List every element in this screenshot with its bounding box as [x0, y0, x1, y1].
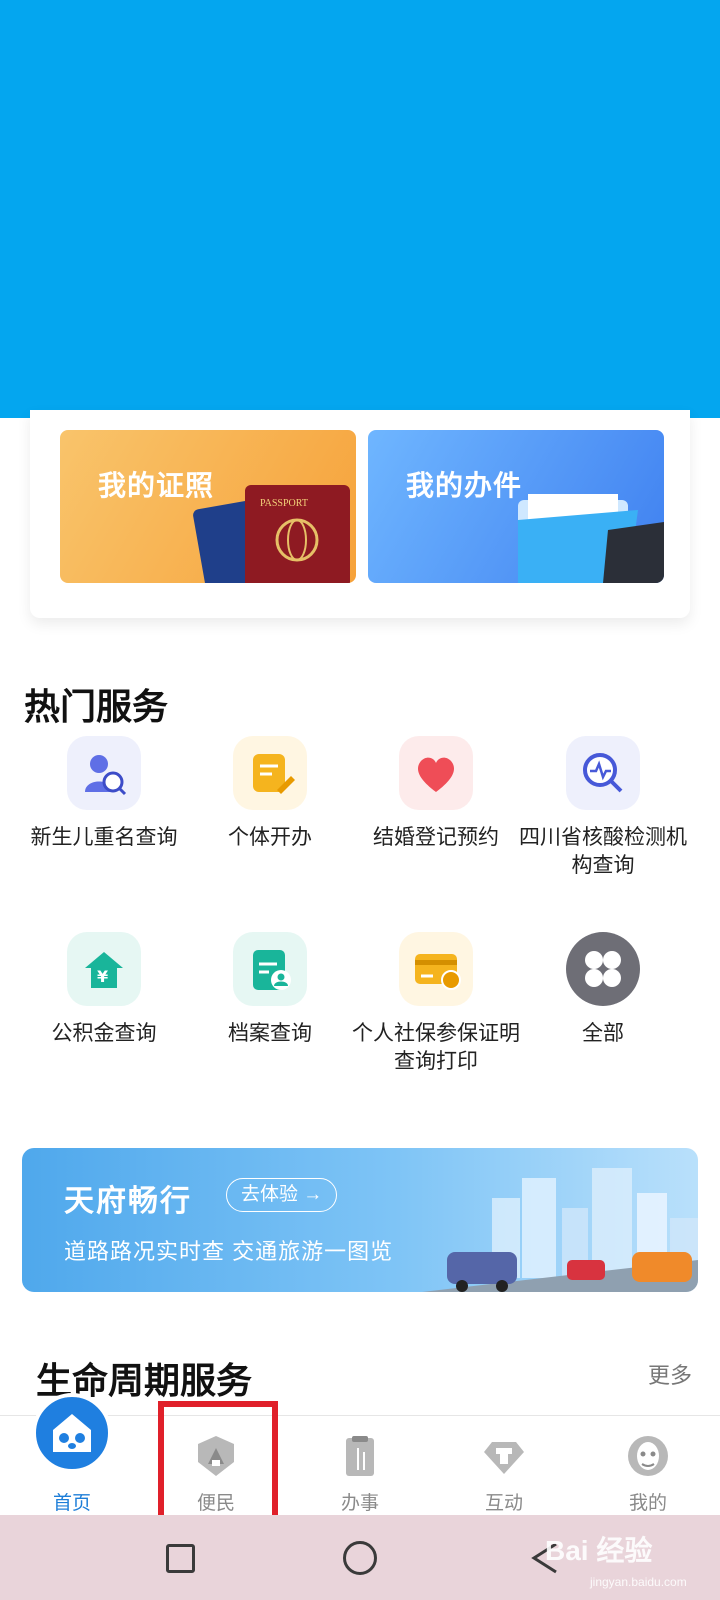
passport-text: PASSPORT: [260, 498, 308, 509]
service-label: 公积金查询: [51, 1022, 157, 1045]
folder-laptop-icon: [518, 494, 664, 583]
note-edit-icon: [233, 736, 307, 810]
gem-hat-icon: [484, 1442, 524, 1474]
service-label: 个体开办: [228, 826, 312, 849]
card-print-icon: [399, 932, 473, 1006]
home-icon[interactable]: [32, 1393, 112, 1473]
service-all[interactable]: 全部: [516, 932, 690, 1048]
city-skyline-illustration: [422, 1168, 698, 1292]
tianfu-traffic-banner[interactable]: 天府畅行 去体验 → 道路路况实时查 交通旅游一图览: [22, 1148, 698, 1292]
my-cases-card[interactable]: 我的办件: [368, 430, 664, 583]
pulse-search-icon: [566, 736, 640, 810]
service-label: 新生儿重名查询: [30, 826, 178, 849]
system-navigation-bar: Bai 经验 jingyan.baidu.com: [0, 1515, 720, 1600]
service-label: 结婚登记预约: [373, 826, 499, 849]
banner-try-button[interactable]: 去体验 →: [226, 1178, 338, 1212]
face-icon: [628, 1436, 668, 1476]
service-label: 四川省核酸检测机构查询: [519, 826, 687, 877]
document-bamboo-icon: [346, 1436, 374, 1476]
service-newborn-name-query[interactable]: 新生儿重名查询: [20, 736, 188, 852]
service-individual-business[interactable]: 个体开办: [186, 736, 354, 852]
lifecycle-more-link[interactable]: 更多: [648, 1358, 692, 1390]
person-search-icon: [67, 736, 141, 810]
service-social-insurance-print[interactable]: 个人社保参保证明查询打印: [352, 932, 520, 1076]
service-marriage-appointment[interactable]: 结婚登记预约: [352, 736, 520, 852]
service-label: 档案查询: [228, 1022, 312, 1045]
service-label: 全部: [582, 1022, 624, 1045]
highlight-annotation-box: [158, 1401, 278, 1533]
svg-text:¥: ¥: [97, 967, 108, 986]
hot-services-title: 热门服务: [24, 686, 169, 727]
tab-label: 互动: [484, 1493, 523, 1514]
tab-interaction[interactable]: 互动: [432, 1416, 576, 1516]
service-nucleic-acid-query[interactable]: 四川省核酸检测机构查询: [516, 736, 690, 880]
tab-label: 我的: [628, 1493, 667, 1514]
my-certificates-card[interactable]: 我的证照 PASSPORT: [60, 430, 356, 583]
service-archive-query[interactable]: 档案查询: [186, 932, 354, 1048]
grid-all-icon: [566, 932, 640, 1006]
banner-subtitle: 道路路况实时查 交通旅游一图览: [64, 1239, 394, 1264]
passport-icon: PASSPORT: [193, 485, 350, 583]
recent-apps-icon[interactable]: [166, 1544, 195, 1573]
tab-affairs[interactable]: 办事: [288, 1416, 432, 1516]
tab-label: 办事: [340, 1493, 379, 1514]
service-housing-fund-query[interactable]: ¥ 公积金查询: [20, 932, 188, 1048]
archive-icon: [233, 932, 307, 1006]
heart-icon: [399, 736, 473, 810]
watermark-brand: Bai 经验: [545, 1535, 653, 1566]
tab-label: 首页: [52, 1493, 91, 1514]
hero-banner: [0, 0, 720, 418]
service-label: 个人社保参保证明查询打印: [352, 1022, 520, 1073]
banner-title: 天府畅行: [64, 1185, 192, 1218]
house-yuan-icon: ¥: [67, 932, 141, 1006]
home-nav-icon[interactable]: [343, 1541, 377, 1575]
watermark-url: jingyan.baidu.com: [590, 1575, 687, 1589]
tab-mine[interactable]: 我的: [576, 1416, 720, 1516]
